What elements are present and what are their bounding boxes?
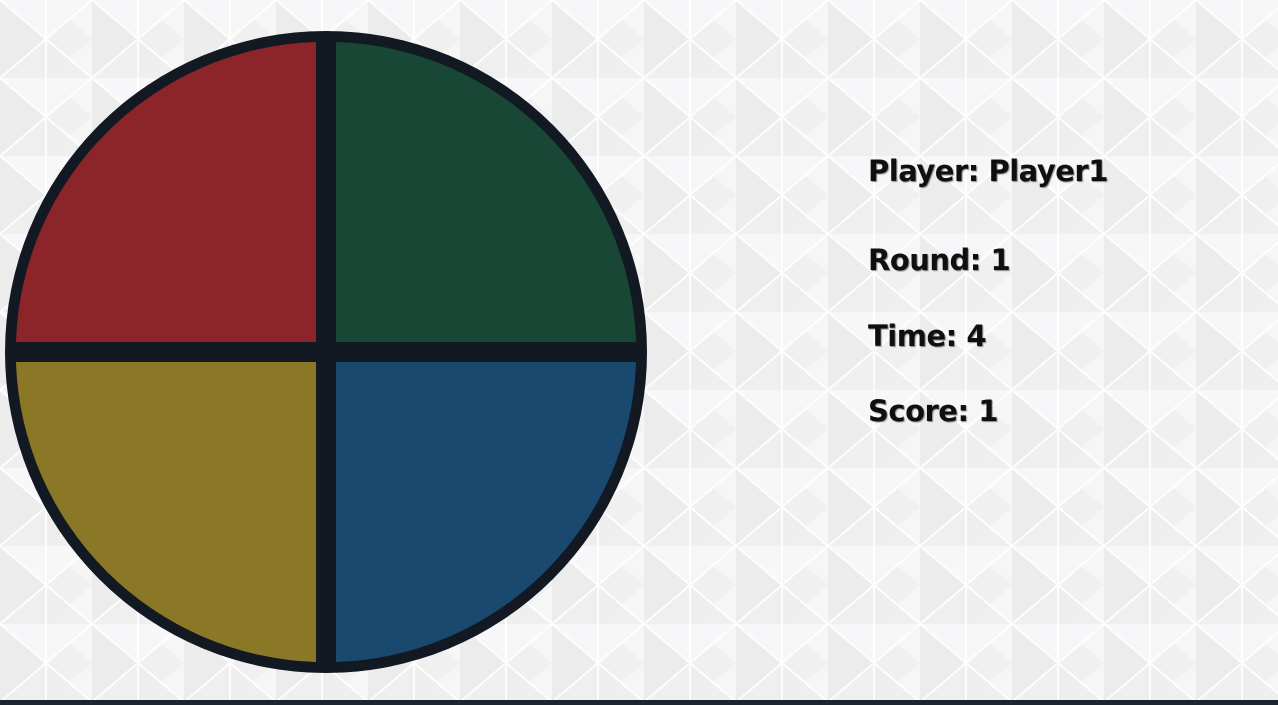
player-status: Player: Player1: [868, 154, 1108, 188]
round-label: Round:: [868, 243, 981, 277]
green-pad[interactable]: [336, 42, 636, 342]
round-status: Round: 1: [868, 243, 1011, 277]
score-status: Score: 1: [868, 394, 998, 428]
time-status: Time: 4: [868, 319, 987, 353]
time-value: 4: [966, 319, 987, 353]
yellow-pad[interactable]: [16, 362, 316, 662]
red-pad[interactable]: [16, 42, 316, 342]
score-label: Score:: [868, 394, 969, 428]
score-value: 1: [978, 394, 998, 428]
board-frame: [5, 31, 647, 673]
bottom-edge-bar: [0, 700, 1278, 705]
time-label: Time:: [868, 319, 957, 353]
player-name: Player1: [988, 154, 1108, 188]
simon-game-board: [4, 31, 648, 673]
blue-pad[interactable]: [336, 362, 636, 662]
round-value: 1: [990, 243, 1011, 277]
player-label: Player:: [868, 154, 979, 188]
